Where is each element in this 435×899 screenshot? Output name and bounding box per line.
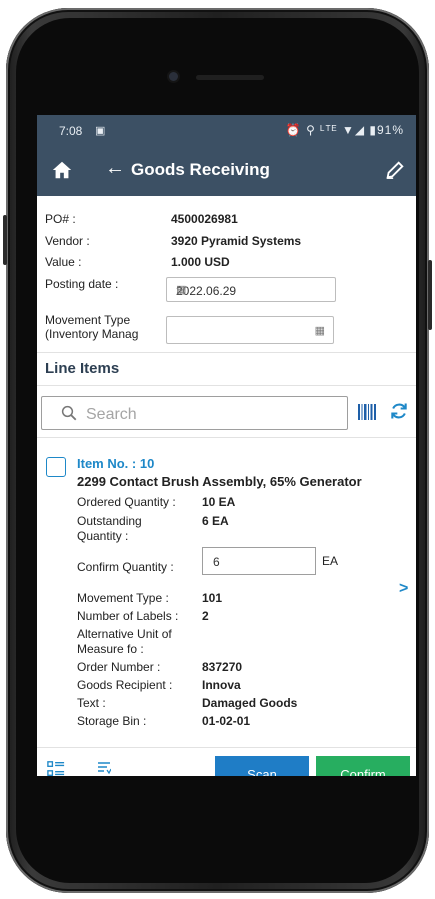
outstanding-quantity-value: 6 EA: [202, 514, 229, 528]
ordered-quantity-label: Ordered Quantity :: [77, 495, 176, 509]
movement-type-field[interactable]: ▦: [166, 316, 334, 344]
line-item-card[interactable]: Item No. : 10 2299 Contact Brush Assembl…: [37, 440, 416, 740]
calendar-icon[interactable]: ▦: [176, 283, 327, 296]
barcode-icon[interactable]: [357, 402, 377, 422]
value-label: Value :: [45, 255, 82, 269]
scan-button[interactable]: Scan: [215, 756, 309, 776]
value-value: 1.000 USD: [171, 255, 230, 269]
divider: [37, 352, 416, 353]
line-items-title: Line Items: [45, 360, 120, 377]
po-label: PO# :: [45, 212, 76, 226]
posting-date-field[interactable]: 2022.06.29 ▦: [166, 277, 336, 302]
posting-date-label: Posting date :: [45, 277, 119, 291]
movement-type-label: Movement Type: [45, 313, 131, 327]
outstanding-quantity-label: Outstanding: [77, 514, 142, 528]
outstanding-quantity-label-2: Quantity :: [77, 529, 129, 543]
number-of-labels-label: Number of Labels :: [77, 609, 179, 623]
item-number[interactable]: Item No. : 10: [77, 456, 154, 471]
search-icon: [61, 405, 77, 421]
storage-bin-value: 01-02-01: [202, 714, 251, 728]
gallery-notification-icon: ▣: [95, 125, 106, 137]
goods-recipient-value: Innova: [202, 678, 241, 692]
edit-icon[interactable]: [384, 159, 406, 181]
number-of-labels-value: 2: [202, 609, 209, 623]
confirm-quantity-input[interactable]: 6: [202, 547, 316, 575]
status-bar: 7:08 ▣ ⏰ ⚲ ᴸᵀᴱ ▼◢ ▮91%: [37, 115, 416, 145]
vendor-value: 3920 Pyramid Systems: [171, 234, 302, 248]
divider: [37, 437, 416, 438]
storage-bin-label: Storage Bin :: [77, 714, 147, 728]
movement-type-label-2: (Inventory Manag: [45, 327, 139, 341]
order-number-label: Order Number :: [77, 660, 161, 674]
confirm-button[interactable]: Confirm: [316, 756, 410, 776]
text-value: Damaged Goods: [202, 696, 298, 710]
list-view-icon[interactable]: [47, 760, 65, 776]
order-number-value: 837270: [202, 660, 243, 674]
alt-unit-label: Alternative Unit of: [77, 627, 172, 641]
power-button: [428, 260, 432, 330]
movement-type-value: 101: [202, 591, 223, 605]
bottom-toolbar: Scan Confirm: [37, 747, 416, 776]
earpiece-speaker: [196, 75, 264, 80]
confirm-quantity-value: 6: [213, 555, 220, 569]
vendor-label: Vendor :: [45, 234, 90, 248]
page-title: Goods Receiving: [131, 160, 270, 179]
movement-type-label: Movement Type :: [77, 591, 169, 605]
back-arrow-icon[interactable]: ←: [105, 157, 125, 180]
item-checkbox[interactable]: [46, 457, 66, 477]
calendar-icon[interactable]: ▦: [315, 324, 325, 337]
item-description: 2299 Contact Brush Assembly, 65% Generat…: [77, 474, 362, 489]
search-input[interactable]: Search: [41, 396, 348, 430]
status-indicators: ⏰ ⚲ ᴸᵀᴱ ▼◢ ▮91%: [285, 123, 404, 137]
confirm-quantity-unit: EA: [322, 554, 339, 568]
alt-unit-label-2: Measure fo :: [77, 642, 144, 656]
home-icon[interactable]: [51, 159, 73, 181]
divider: [37, 385, 416, 386]
front-camera: [169, 72, 178, 81]
app-screen: 7:08 ▣ ⏰ ⚲ ᴸᵀᴱ ▼◢ ▮91% ← Goods Receiving…: [37, 115, 416, 776]
volume-button: [3, 215, 7, 265]
goods-recipient-label: Goods Recipient :: [77, 678, 173, 692]
chevron-right-icon[interactable]: >: [399, 580, 408, 598]
ordered-quantity-value: 10 EA: [202, 495, 236, 509]
refresh-icon[interactable]: [389, 401, 409, 421]
po-value: 4500026981: [171, 212, 238, 226]
status-time: 7:08: [59, 124, 83, 138]
search-placeholder: Search: [86, 406, 137, 423]
app-bar: ← Goods Receiving: [37, 145, 416, 196]
text-label: Text :: [77, 696, 106, 710]
confirm-quantity-label: Confirm Quantity :: [77, 560, 174, 574]
filter-list-icon[interactable]: [97, 761, 111, 775]
